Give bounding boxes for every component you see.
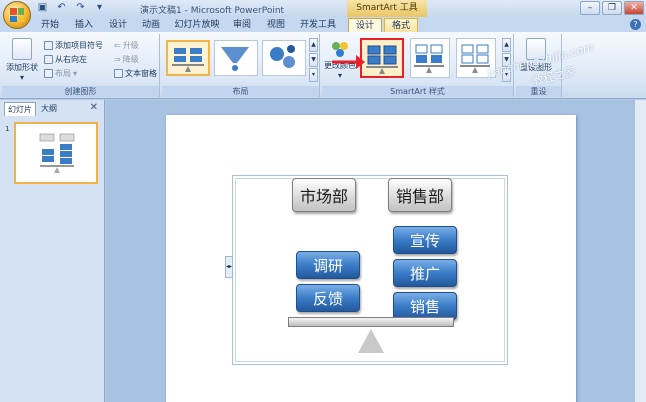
balance-beam [288,317,454,327]
text-pane-icon [114,69,123,78]
layout-gallery-item-funnel[interactable] [214,40,258,76]
add-shape-button[interactable]: 添加形状 ▾ [6,38,38,82]
add-shape-icon [12,38,32,60]
minimize-icon[interactable]: – [580,1,600,15]
gears-layout-icon [270,45,295,68]
group-label: 布局 [162,86,319,97]
style-gallery-item-selected[interactable] [360,38,404,78]
slide-canvas: ◂▸ [106,100,646,402]
window-controls: – ❐ ✕ [580,1,644,15]
tab-smartart-design[interactable]: 设计 [348,18,382,32]
tab-slideshow[interactable]: 幻灯片放映 [172,18,222,32]
chevron-down-icon: ▾ [337,71,342,80]
office-button[interactable] [3,1,31,29]
balance-fulcrum [358,329,384,353]
chevron-down-icon: ▾ [19,73,24,82]
title-bar: ▣ ↶ ↷ ▾ 演示文稿1 - Microsoft PowerPoint Sma… [0,0,646,17]
customize-qat-icon[interactable]: ▾ [93,1,106,14]
slide-thumbnail-preview [39,133,75,173]
save-icon[interactable]: ▣ [36,1,49,14]
funnel-layout-icon [221,47,249,71]
layout-icon [44,69,53,78]
tab-animations[interactable]: 动画 [139,18,163,32]
tab-design[interactable]: 设计 [106,18,130,32]
tab-smartart-format[interactable]: 格式 [384,18,418,32]
tab-view[interactable]: 视图 [264,18,288,32]
arrow-right-icon: ⇒ [114,55,121,64]
group-create-graphic: 添加形状 ▾ 添加项目符号 从右向左 布局 ▾ ⇐ 升级 ⇒ 降级 文本窗格 创建图形 [2,34,160,97]
restore-icon[interactable]: ❐ [602,1,622,15]
tab-slides[interactable]: 幻灯片 [4,102,36,116]
bullet-icon [44,41,53,50]
window-title: 演示文稿1 - Microsoft PowerPoint [140,6,285,16]
annotation-arrow-icon [332,55,365,69]
undo-icon[interactable]: ↶ [55,1,68,14]
tab-home[interactable]: 开始 [38,18,62,32]
tab-insert[interactable]: 插入 [72,18,96,32]
slide-thumbnail[interactable] [14,122,98,184]
close-icon[interactable]: ✕ [624,1,644,15]
layout-button[interactable]: 布局 ▾ [44,68,77,79]
gallery-more[interactable]: ▾ [309,68,318,82]
left-item-box[interactable]: 反馈 [296,284,360,312]
slides-panel: 幻灯片 大纲 ✕ 1 [0,100,105,402]
close-icon[interactable]: ✕ [90,102,98,113]
balance-layout-icon [172,48,204,72]
style-preview-icon [366,45,398,74]
vertical-scrollbar[interactable] [634,100,646,402]
demote-button[interactable]: ⇒ 降级 [114,54,139,65]
slide[interactable]: ◂▸ [166,115,576,402]
styles-scroll-up[interactable]: ▲ [502,38,511,52]
help-icon[interactable]: ? [630,19,641,30]
tab-outline[interactable]: 大纲 [38,102,60,116]
group-label: SmartArt 样式 [322,86,513,97]
smartart-tools-title: SmartArt 工具 [347,0,427,17]
right-to-left-icon [44,55,53,64]
gallery-scroll-down[interactable]: ▼ [309,53,318,67]
right-item-box[interactable]: 推广 [393,259,457,287]
group-layouts: ▲ ▼ ▾ 布局 [162,34,320,97]
text-pane-toggle[interactable]: ◂▸ [225,256,233,278]
slide-number: 1 [5,125,10,133]
tab-review[interactable]: 审阅 [230,18,254,32]
left-item-box[interactable]: 调研 [296,251,360,279]
ribbon-tabs: 开始 插入 设计 动画 幻灯片放映 审阅 视图 开发工具 设计 格式 [0,17,646,32]
gallery-scroll-up[interactable]: ▲ [309,38,318,52]
redo-icon[interactable]: ↷ [74,1,87,14]
office-logo-icon [10,8,24,22]
promote-button[interactable]: ⇐ 升级 [114,40,139,51]
quick-access-toolbar: ▣ ↶ ↷ ▾ [36,1,106,14]
right-item-box[interactable]: 销售 [393,292,457,320]
style-preview-icon [414,44,444,73]
arrow-left-icon: ⇐ [114,41,121,50]
tab-developer[interactable]: 开发工具 [298,18,338,32]
text-pane-button[interactable]: 文本窗格 [114,68,157,79]
ribbon: 添加形状 ▾ 添加项目符号 从右向左 布局 ▾ ⇐ 升级 ⇒ 降级 文本窗格 创建图形 [0,32,646,99]
right-to-left-button[interactable]: 从右向左 [44,54,87,65]
right-item-box[interactable]: 宣传 [393,226,457,254]
chevron-down-icon: ▾ [73,69,78,78]
layout-gallery-item-balance[interactable] [166,40,210,76]
group-label: 创建图形 [2,86,159,97]
left-header-box[interactable]: 市场部 [292,178,356,212]
style-gallery-item-2[interactable] [410,38,450,78]
add-bullet-button[interactable]: 添加项目符号 [44,40,103,51]
layout-gallery-item-gears[interactable] [262,40,306,76]
right-header-box[interactable]: 销售部 [388,178,452,212]
